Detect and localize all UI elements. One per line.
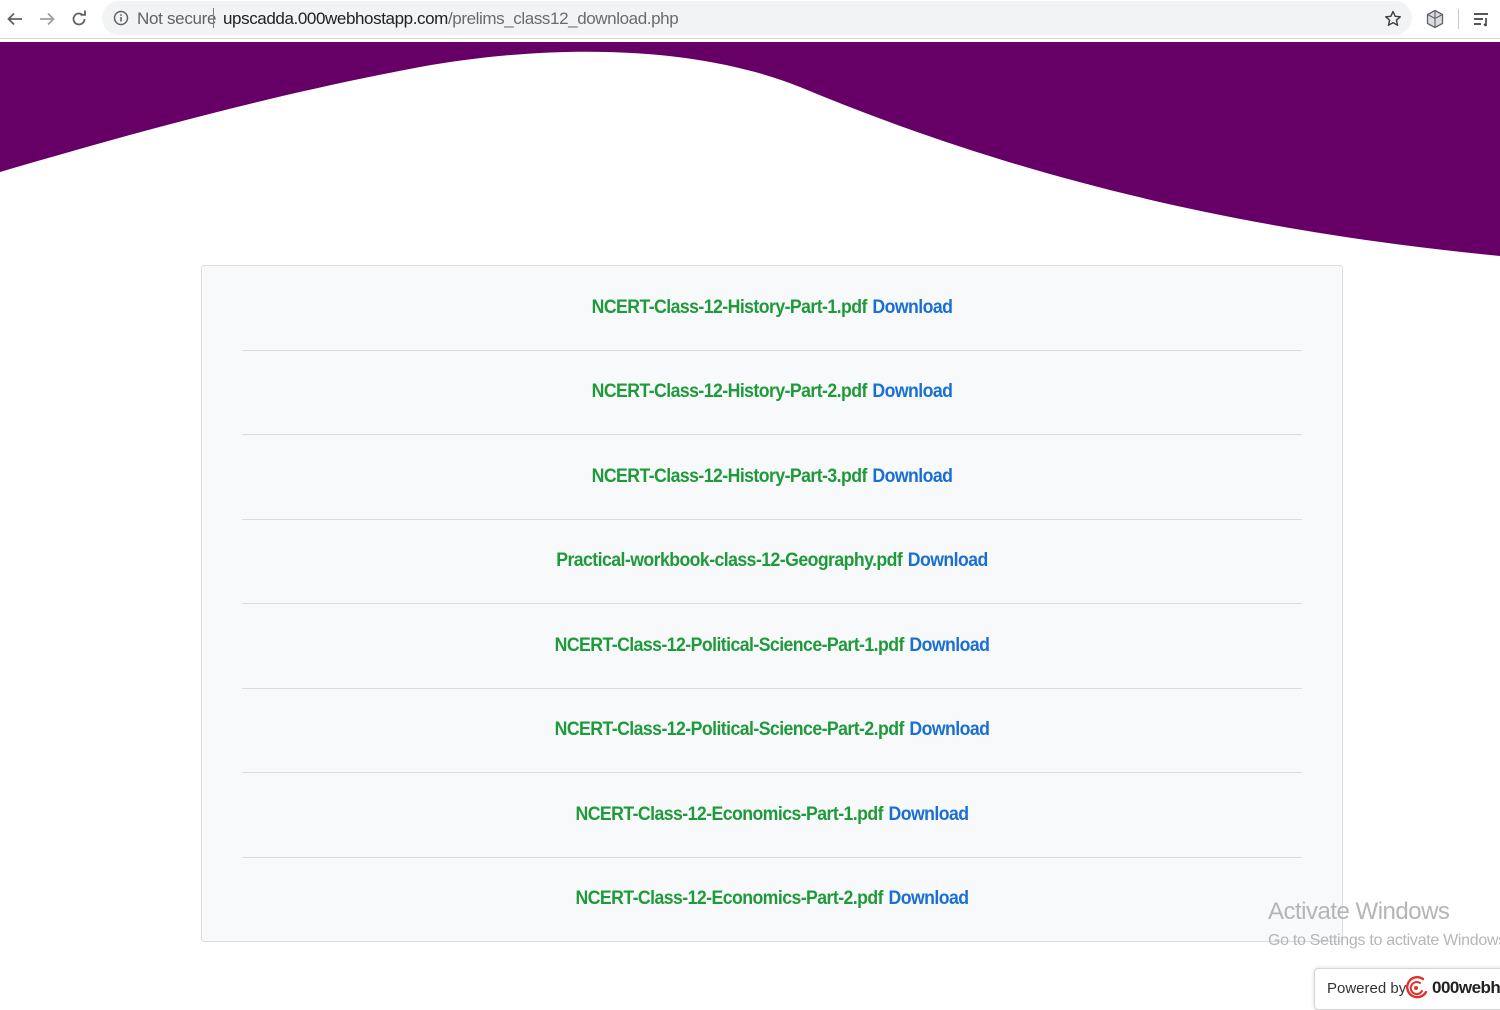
file-name: NCERT-Class-12-Economics-Part-1.pdf [575, 803, 884, 825]
reload-icon [72, 10, 86, 26]
reading-list-button[interactable] [1468, 6, 1494, 32]
list-item: NCERT-Class-12-Economics-Part-1.pdf Downl… [241, 773, 1303, 858]
site-info-button[interactable] [112, 9, 130, 27]
file-name: NCERT-Class-12-Political-Science-Part-1.… [554, 634, 905, 656]
download-link[interactable]: Download [908, 550, 989, 572]
download-link[interactable]: Download [872, 297, 953, 319]
file-name: NCERT-Class-12-Economics-Part-2.pdf [575, 888, 884, 910]
file-name: NCERT-Class-12-History-Part-1.pdf [591, 296, 868, 318]
toolbar-divider [1458, 9, 1459, 29]
back-button[interactable] [2, 6, 28, 32]
download-link[interactable]: Download [889, 804, 970, 826]
000webhost-logo-icon [1406, 976, 1428, 999]
download-link[interactable]: Download [909, 635, 990, 657]
download-link[interactable]: Download [872, 466, 953, 488]
download-list: NCERT-Class-12-History-Part-1.pdf Downloa… [201, 265, 1343, 942]
list-item: NCERT-Class-12-Economics-Part-2.pdf Downl… [242, 858, 1302, 942]
forward-button[interactable] [34, 6, 60, 32]
security-label: Not secure [137, 9, 217, 28]
extension-button[interactable] [1422, 6, 1448, 32]
activate-windows-subtitle: Go to Settings to activate Windows. [1268, 932, 1500, 949]
file-name: NCERT-Class-12-Political-Science-Part-2.… [554, 719, 905, 741]
bookmark-button[interactable] [1382, 8, 1404, 30]
info-icon [113, 10, 129, 26]
activate-windows-title: Activate Windows [1268, 898, 1450, 925]
list-item: NCERT-Class-12-History-Part-2.pdf Downloa… [241, 351, 1303, 435]
file-name: NCERT-Class-12-History-Part-2.pdf [591, 381, 868, 403]
list-item: NCERT-Class-12-Political-Science-Part-1.… [241, 604, 1303, 689]
list-item: NCERT-Class-12-History-Part-3.pdf Downloa… [241, 435, 1303, 520]
omnibox-divider [213, 8, 214, 28]
download-link[interactable]: Download [889, 888, 970, 910]
download-link[interactable]: Download [909, 719, 990, 741]
powered-by-label: Powered by [1327, 980, 1407, 997]
file-name: Practical-workbook-class-12-Geography.pd… [556, 550, 903, 572]
url-path: /prelims_class12_download.php [447, 9, 679, 28]
url-host: upscadda.000webhostapp.com [223, 9, 448, 28]
file-name: NCERT-Class-12-History-Part-3.pdf [591, 465, 868, 487]
browser-toolbar: Not secure upscadda.000webhostapp.com/pr… [0, 0, 1500, 39]
star-icon [1385, 10, 1401, 26]
download-link[interactable]: Download [872, 381, 953, 403]
reload-button[interactable] [66, 6, 92, 32]
extension-icon [1426, 9, 1444, 29]
hosting-badge[interactable]: Powered by 000webho [1314, 968, 1500, 1010]
forward-arrow-icon [40, 12, 55, 26]
list-item: NCERT-Class-12-History-Part-1.pdf Downloa… [241, 266, 1303, 351]
reading-list-icon [1474, 13, 1488, 27]
list-item: Practical-workbook-class-12-Geography.pd… [241, 520, 1303, 604]
address-bar[interactable]: Not secure upscadda.000webhostapp.com/pr… [102, 1, 1412, 35]
list-item: NCERT-Class-12-Political-Science-Part-2.… [241, 689, 1303, 773]
header-wave [0, 42, 1500, 256]
back-arrow-icon [7, 12, 22, 26]
hosting-brand: 000webho [1432, 978, 1500, 997]
url-text[interactable]: upscadda.000webhostapp.com/prelims_class… [223, 9, 679, 29]
